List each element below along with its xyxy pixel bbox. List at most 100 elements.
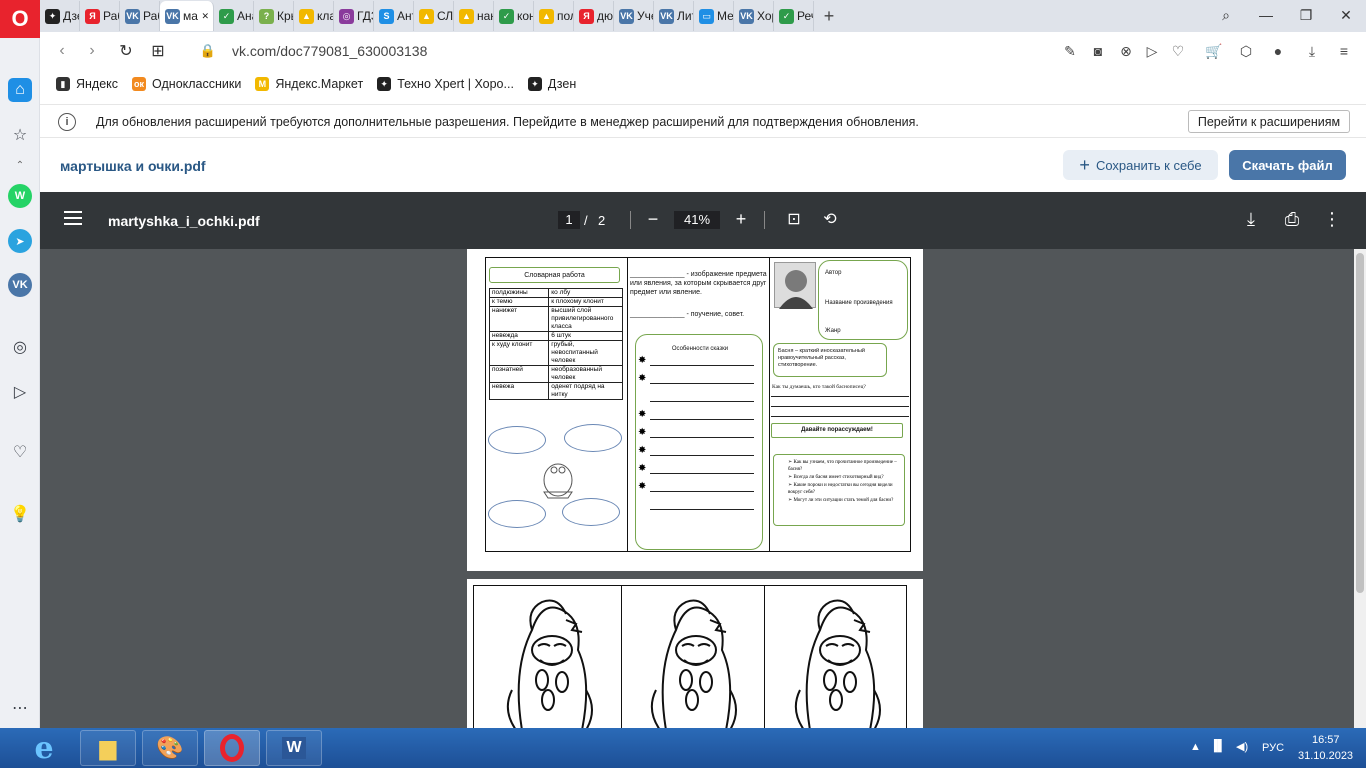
zoom-level-input[interactable]: 41%	[674, 211, 720, 229]
menu-icon[interactable]: ≡	[1334, 41, 1354, 61]
vk-icon[interactable]: VK	[8, 273, 32, 297]
tray-volume-icon[interactable]: ◀)	[1236, 740, 1248, 753]
browser-tab[interactable]: ✦Дзен	[40, 1, 80, 31]
features-column: ______________ - изображение предмета ил…	[627, 257, 770, 552]
telegram-icon[interactable]: ➤	[8, 229, 32, 253]
opera-sidebar: O ⌂ ☆ ⌃ W ➤ VK ◎ ▷ ♡ 💡 ⋯	[0, 0, 40, 728]
print-icon[interactable]: ⎙	[1281, 208, 1303, 230]
browser-tab[interactable]: ▲клас	[294, 1, 334, 31]
pdf-viewer[interactable]: Словарная работа полдюжины ко лбу к темю к …	[40, 249, 1366, 728]
browser-tab[interactable]: VKУчеб	[614, 1, 654, 31]
avatar[interactable]: ●	[1268, 41, 1288, 61]
tab-close-icon[interactable]: ✕	[201, 11, 209, 22]
browser-tab[interactable]: ◎ГДЗ	[334, 1, 374, 31]
tabs-grid-icon[interactable]: ⊞	[148, 41, 168, 61]
go-to-extensions-button[interactable]: Перейти к расширениям	[1188, 110, 1350, 133]
send-arrow-icon[interactable]: ▷	[1142, 41, 1162, 61]
camera-icon[interactable]: ◙	[1088, 41, 1108, 61]
minimize-icon[interactable]: —	[1246, 0, 1286, 30]
restore-icon[interactable]: ❐	[1286, 0, 1326, 30]
star-icon[interactable]: ☆	[8, 123, 32, 147]
browser-tab[interactable]: VKХор	[734, 1, 774, 31]
download-file-button[interactable]: Скачать файл	[1229, 150, 1346, 180]
opera-taskbar-icon[interactable]	[204, 730, 260, 766]
opera-logo-icon[interactable]: O	[0, 0, 40, 38]
heart-outline-icon[interactable]: ♡	[1168, 41, 1188, 61]
file-explorer-icon[interactable]: ▆	[80, 730, 136, 766]
forward-icon[interactable]: ›	[82, 41, 102, 61]
browser-tab[interactable]: SАнто	[374, 1, 414, 31]
fit-page-icon[interactable]: ⊡	[783, 208, 805, 230]
browser-tab[interactable]: VKЛите	[654, 1, 694, 31]
home-icon[interactable]: ⌂	[8, 78, 32, 102]
browser-tab[interactable]: ▲пол	[534, 1, 574, 31]
hamburger-menu-icon[interactable]	[64, 211, 82, 225]
cube-icon[interactable]: ⬡	[1236, 41, 1256, 61]
close-icon[interactable]: ✕	[1326, 0, 1366, 30]
edit-icon[interactable]: ✎	[1060, 41, 1080, 61]
browser-tab[interactable]: ▭Мес	[694, 1, 734, 31]
browser-tab[interactable]: ?Кры	[254, 1, 294, 31]
block-icon[interactable]: ⊗	[1116, 41, 1136, 61]
vocab-row: к темю к плохому клонит	[488, 297, 623, 307]
tab-label: Раб	[143, 9, 159, 23]
clock-date[interactable]: 31.10.2023	[1298, 750, 1353, 762]
url-field[interactable]: vk.com/doc779081_630003138	[232, 43, 427, 59]
pdf-download-icon[interactable]: ⤓	[1240, 208, 1262, 230]
chevron-up-icon[interactable]: ⌃	[8, 153, 32, 177]
tray-network-icon[interactable]: ▐▌	[1210, 740, 1226, 752]
tab-label: Рече	[797, 9, 813, 23]
bookmark-item[interactable]: ✦ Дзен	[527, 77, 576, 91]
download-icon[interactable]: ⤓	[1302, 41, 1322, 61]
zoom-out-icon[interactable]: −	[642, 208, 664, 230]
browser-tab[interactable]: VK ма ✕	[160, 1, 214, 31]
bookmark-item[interactable]: M Яндекс.Маркет	[255, 77, 363, 91]
player-icon[interactable]: ◎	[8, 335, 32, 359]
language-indicator[interactable]: РУС	[1262, 742, 1284, 754]
more-icon[interactable]: ⋯	[8, 696, 32, 720]
browser-tab[interactable]: ▲нан	[454, 1, 494, 31]
vocab-word: невежда	[488, 331, 550, 341]
whatsapp-icon[interactable]: W	[8, 184, 32, 208]
clock-time[interactable]: 16:57	[1312, 734, 1340, 746]
heart-icon[interactable]: ♡	[8, 440, 32, 464]
tray-expand-icon[interactable]: ▲	[1190, 741, 1201, 753]
cart-icon[interactable]: 🛒	[1204, 41, 1224, 61]
send-icon[interactable]: ▷	[8, 380, 32, 404]
lock-icon[interactable]: 🔒	[198, 41, 218, 61]
browser-tab[interactable]: ✓конс	[494, 1, 534, 31]
browser-tab[interactable]: ЯРаб	[80, 1, 120, 31]
monkey-coloring-image	[506, 599, 593, 728]
bookmark-item[interactable]: ✦ Техно Xpert | Хоро...	[377, 77, 514, 91]
more-options-icon[interactable]: ⋮	[1321, 208, 1343, 230]
browser-tab[interactable]: ✓Ана	[214, 1, 254, 31]
back-icon[interactable]: ‹	[52, 41, 72, 61]
browser-tab[interactable]: ▲СЛО	[414, 1, 454, 31]
browser-tab[interactable]: Ядюж	[574, 1, 614, 31]
lightbulb-icon[interactable]: 💡	[8, 502, 32, 526]
viewer-scrollbar[interactable]	[1354, 249, 1366, 728]
save-to-myself-button[interactable]: + Сохранить к себе	[1063, 150, 1218, 180]
vocab-title: Словарная работа	[524, 271, 585, 279]
scrollbar-thumb[interactable]	[1356, 253, 1364, 593]
page-number-input[interactable]: 1	[558, 211, 580, 229]
tab-label: Раб	[103, 9, 119, 23]
browser-tab[interactable]: ✓Рече	[774, 1, 814, 31]
start-ie-icon[interactable]: e	[14, 730, 74, 766]
rotate-icon[interactable]: ⟲	[819, 208, 841, 230]
browser-tab[interactable]: VKРаб	[120, 1, 160, 31]
paint-icon[interactable]: 🎨	[142, 730, 198, 766]
bullet-star-icon: ✸	[638, 445, 647, 456]
bookmark-item[interactable]: ок Одноклассники	[132, 77, 241, 91]
bookmark-item[interactable]: ▮ Яндекс	[56, 77, 118, 91]
tab-label: пол	[557, 9, 573, 23]
tab-favicon-icon: ?	[259, 8, 274, 24]
word-icon[interactable]: W	[266, 730, 322, 766]
tab-label: Анто	[397, 9, 413, 23]
new-tab-button[interactable]: +	[814, 6, 844, 27]
discuss-list: ➢ Как вы узнаем, что прочитанное произве…	[788, 459, 900, 504]
reload-icon[interactable]: ↻	[116, 41, 136, 61]
save-label: Сохранить к себе	[1095, 157, 1202, 173]
zoom-in-icon[interactable]: +	[730, 208, 752, 230]
search-tabs-icon[interactable]: ⌕	[1206, 0, 1246, 30]
